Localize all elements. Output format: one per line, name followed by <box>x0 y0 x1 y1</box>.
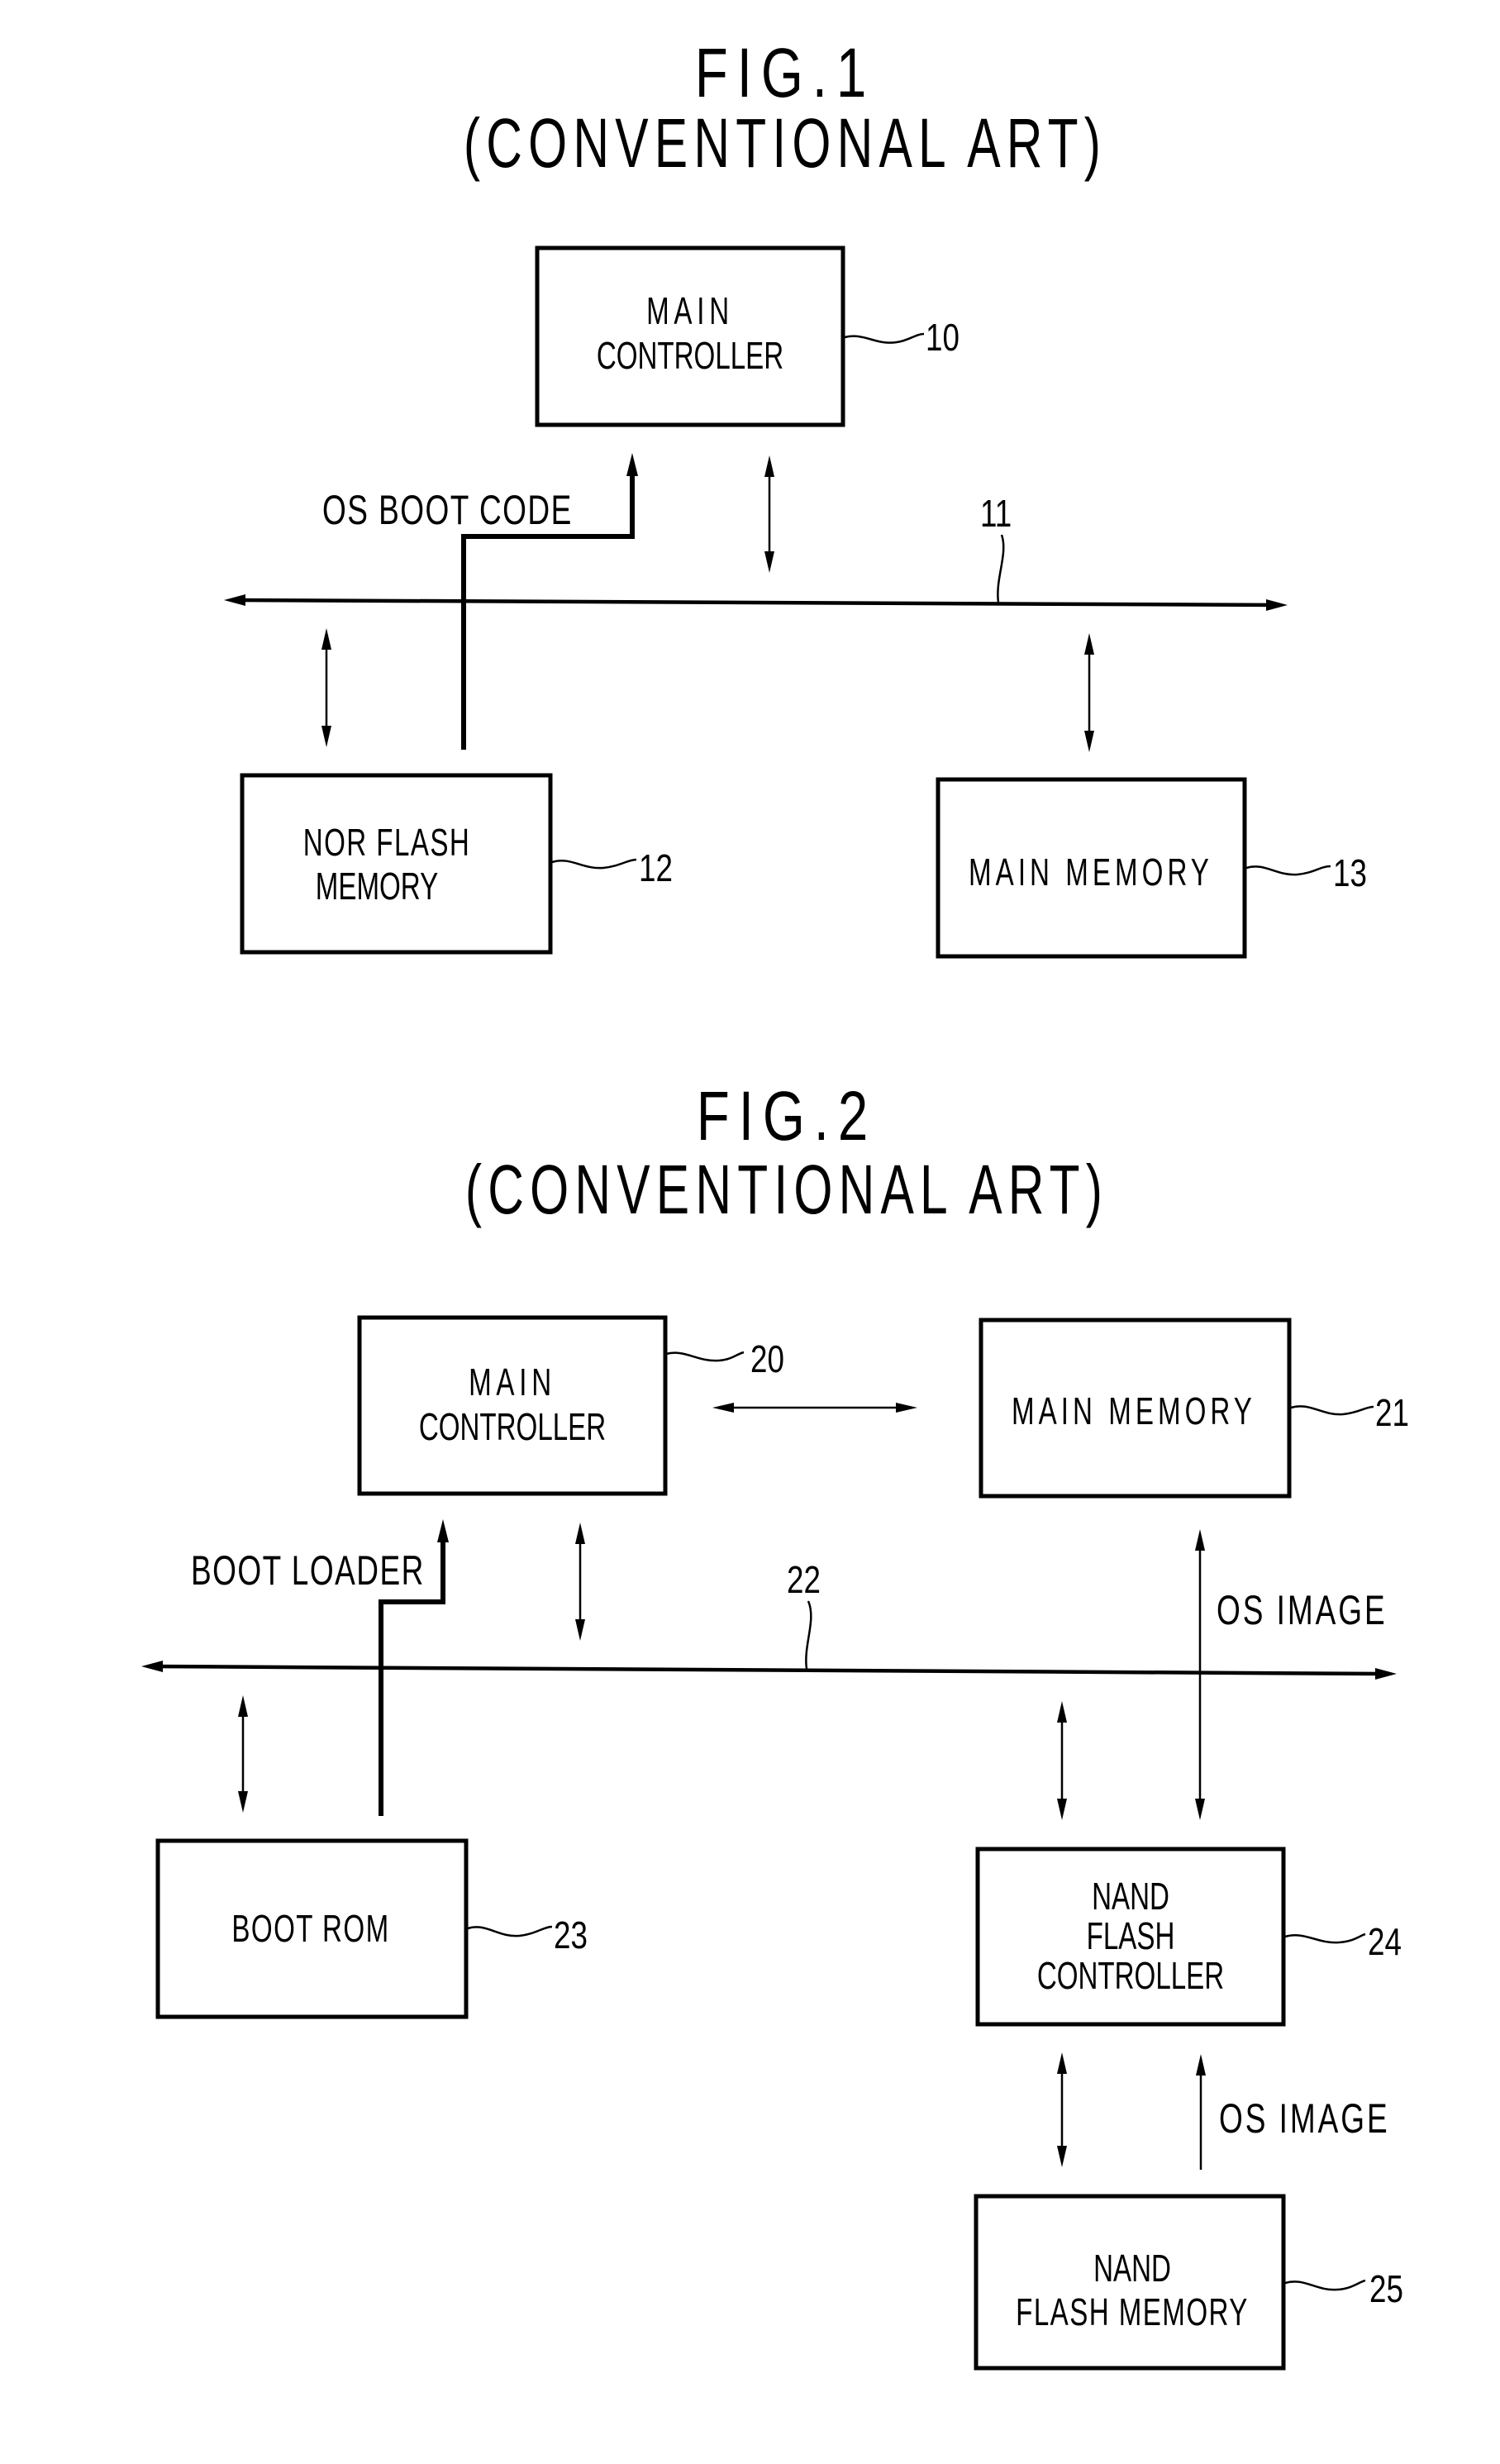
fig2-ref-23: 23 <box>554 1914 588 1956</box>
fig1-ref-11: 11 <box>980 492 1012 535</box>
fig2-os-image-upper-arrowhead-up <box>1195 1529 1205 1551</box>
figure-2: FIG.2 (CONVENTIONAL ART) MAIN CONTROLLER… <box>141 1077 1409 2371</box>
fig1-main-controller-label-line1: MAIN <box>646 291 734 332</box>
fig2-nand-controller-bus-arrowhead-up <box>1057 1701 1067 1723</box>
fig2-controller-memory-arrowhead-right <box>896 1403 917 1413</box>
fig2-nand-controller-memory-arrowhead-up <box>1057 2052 1067 2074</box>
fig2-ref-24: 24 <box>1368 1920 1402 1963</box>
fig1-title: FIG.1 <box>695 34 875 112</box>
fig2-nand-controller-label-line3: CONTROLLER <box>1037 1956 1224 1997</box>
fig2-ref-22-leader <box>805 1600 812 1670</box>
fig1-os-boot-code-arrowhead <box>626 453 638 476</box>
fig1-ref-13: 13 <box>1333 851 1367 894</box>
fig2-ref-21: 21 <box>1375 1391 1409 1434</box>
fig1-ref-10: 10 <box>926 316 960 359</box>
fig1-main-memory-label: MAIN MEMORY <box>969 852 1213 894</box>
fig2-ref-20: 20 <box>750 1337 784 1380</box>
fig1-ref-12-leader <box>551 858 637 870</box>
fig1-nor-flash-label-line2: MEMORY <box>316 866 438 908</box>
fig2-bus-right-arrowhead <box>1375 1668 1397 1680</box>
fig2-os-image-lower-arrowhead <box>1196 2054 1206 2076</box>
patent-figure-sheet: FIG.1 (CONVENTIONAL ART) MAIN CONTROLLER… <box>141 34 1409 2371</box>
fig1-controller-bus-arrowhead-up <box>764 455 774 477</box>
fig2-nand-controller-memory-arrowhead-down <box>1057 2146 1067 2167</box>
fig2-boot-rom-label: BOOT ROM <box>231 1909 389 1950</box>
fig2-main-controller-label-line2: CONTROLLER <box>419 1407 606 1448</box>
fig2-bootrom-bus-arrowhead-down <box>238 1791 248 1813</box>
fig1-nor-bus-arrowhead-down <box>321 726 331 747</box>
fig2-main-controller-box <box>357 1315 668 1496</box>
fig2-main-controller-label-line1: MAIN <box>469 1362 556 1404</box>
fig2-ref-20-leader <box>665 1351 745 1362</box>
fig1-memory-bus-arrowhead-down <box>1084 731 1094 752</box>
fig2-nand-memory-label-line1: NAND <box>1093 2248 1171 2290</box>
fig2-bus-left-arrowhead <box>141 1661 163 1672</box>
figure-1: FIG.1 (CONVENTIONAL ART) MAIN CONTROLLER… <box>224 34 1367 959</box>
fig2-bus-22 <box>150 1664 1388 1676</box>
fig2-nand-controller-label-line2: FLASH <box>1087 1916 1175 1957</box>
fig1-bus-right-arrowhead <box>1266 599 1288 611</box>
fig1-ref-13-leader <box>1245 865 1331 876</box>
fig1-ref-11-leader <box>997 534 1005 603</box>
fig2-ref-22: 22 <box>787 1558 821 1601</box>
fig2-ref-23-leader <box>467 1925 553 1937</box>
fig1-nor-flash-label-line1: NOR FLASH <box>303 822 471 864</box>
fig2-ref-24-leader <box>1284 1933 1366 1944</box>
fig2-controller-bus-arrowhead-down <box>575 1619 585 1641</box>
fig2-os-image-upper-arrowhead-down <box>1195 1799 1205 1820</box>
fig2-nand-controller-bus-arrowhead-down <box>1057 1799 1067 1820</box>
fig2-title: FIG.2 <box>697 1077 877 1155</box>
fig2-main-memory-label: MAIN MEMORY <box>1012 1391 1256 1432</box>
fig2-ref-21-leader <box>1290 1405 1374 1416</box>
fig1-subtitle: (CONVENTIONAL ART) <box>464 104 1107 182</box>
fig1-controller-bus-arrowhead-down <box>764 551 774 573</box>
fig1-os-boot-code-label: OS BOOT CODE <box>322 488 573 534</box>
fig1-main-controller-label-line2: CONTROLLER <box>597 336 783 377</box>
fig2-nand-controller-label-line1: NAND <box>1092 1876 1169 1918</box>
fig2-boot-loader-arrowhead <box>437 1519 449 1542</box>
fig2-ref-25-leader <box>1284 2279 1366 2291</box>
fig2-boot-loader-label: BOOT LOADER <box>191 1548 425 1594</box>
fig2-os-image-upper-label: OS IMAGE <box>1217 1588 1388 1634</box>
fig2-controller-memory-arrowhead-left <box>712 1403 734 1413</box>
fig2-controller-bus-arrowhead-up <box>575 1523 585 1544</box>
fig2-subtitle: (CONVENTIONAL ART) <box>465 1151 1108 1228</box>
fig2-os-image-lower-label: OS IMAGE <box>1219 2096 1390 2142</box>
fig1-ref-12: 12 <box>639 846 673 889</box>
fig1-bus-11 <box>235 598 1278 608</box>
fig1-bus-left-arrowhead <box>224 594 245 606</box>
fig2-bootrom-bus-arrowhead-up <box>238 1695 248 1717</box>
fig1-nor-bus-arrowhead-up <box>321 628 331 650</box>
fig1-memory-bus-arrowhead-up <box>1084 633 1094 655</box>
fig2-ref-25: 25 <box>1369 2267 1403 2310</box>
fig2-nand-memory-label-line2: FLASH MEMORY <box>1016 2292 1249 2333</box>
fig1-ref-10-leader <box>844 332 925 344</box>
